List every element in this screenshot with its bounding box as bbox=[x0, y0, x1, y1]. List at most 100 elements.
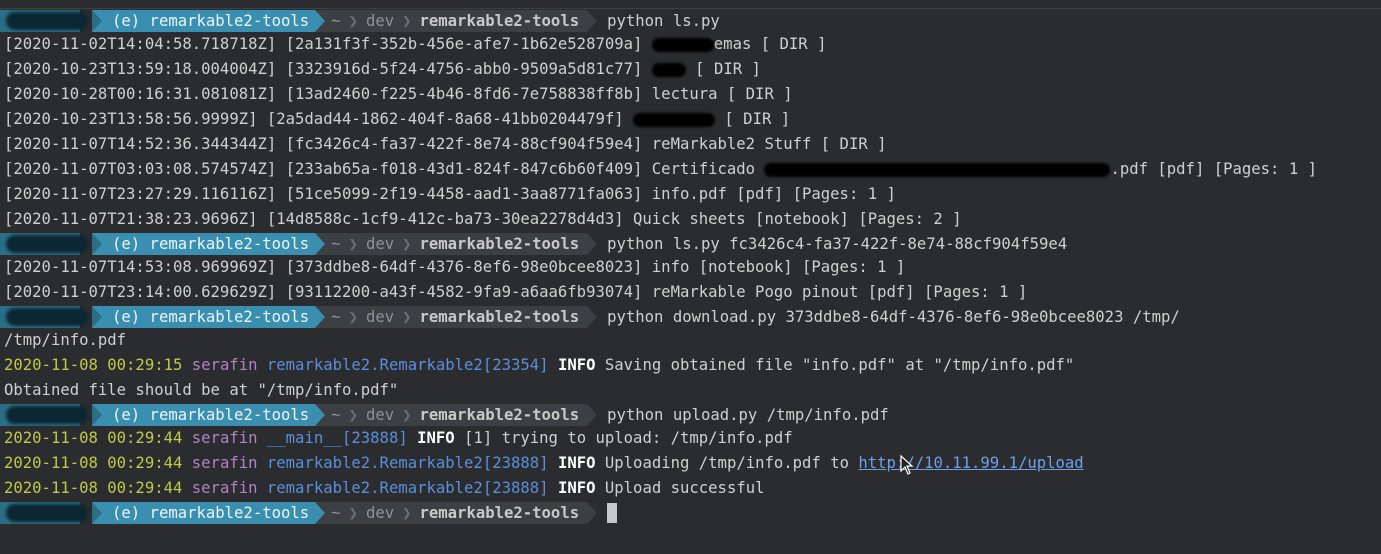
powerline-arrow bbox=[587, 10, 598, 32]
output-line: /tmp/info.pdf bbox=[0, 328, 1381, 353]
current-dir-segment: remarkable2-tools bbox=[413, 502, 588, 524]
log-hostname: serafin bbox=[191, 479, 258, 497]
listing-text: [ DIR ] bbox=[715, 110, 791, 128]
shell-prompt: (e) remarkable2-tools ~ ❯ dev ❯ remarkable2-t… bbox=[0, 10, 1381, 32]
listing-row: [2020-11-07T21:38:23.9696Z] [14d8588c-1c… bbox=[0, 207, 1381, 232]
user-segment-redacted bbox=[0, 10, 88, 32]
virtualenv-segment: (e) remarkable2-tools bbox=[102, 404, 316, 426]
current-dir-segment: remarkable2-tools bbox=[413, 404, 588, 426]
command-text: python upload.py /tmp/info.pdf bbox=[607, 406, 889, 424]
home-dir-segment: ~ bbox=[325, 233, 347, 255]
path-separator-icon: ❯ bbox=[346, 502, 360, 524]
virtualenv-segment: (e) remarkable2-tools bbox=[102, 306, 316, 328]
terminal-output[interactable]: (e) remarkable2-tools ~ ❯ dev ❯ remarkable2-t… bbox=[0, 10, 1381, 524]
path-separator-icon: ❯ bbox=[400, 233, 414, 255]
log-level: INFO bbox=[417, 429, 455, 447]
user-segment-redacted bbox=[0, 233, 88, 255]
home-dir-segment: ~ bbox=[325, 502, 347, 524]
log-message: Upload successful bbox=[604, 479, 765, 497]
redaction-mark bbox=[633, 112, 716, 127]
log-timestamp: 2020-11-08 00:29:44 bbox=[4, 454, 183, 472]
listing-text: [2020-11-07T14:52:36.344344Z] [fc3426c4-… bbox=[4, 135, 887, 153]
path-separator-icon: ❯ bbox=[346, 10, 360, 32]
powerline-arrow bbox=[315, 404, 326, 426]
virtualenv-segment: (e) remarkable2-tools bbox=[102, 233, 316, 255]
log-level: INFO bbox=[557, 479, 596, 497]
listing-text: [ DIR ] bbox=[685, 60, 761, 78]
text-cursor[interactable] bbox=[607, 503, 618, 523]
powerline-arrow bbox=[587, 404, 598, 426]
log-timestamp: 2020-11-08 00:29:15 bbox=[4, 356, 183, 374]
user-segment-redacted bbox=[0, 404, 88, 426]
output-text: /tmp/info.pdf bbox=[4, 331, 127, 349]
redaction-mark bbox=[6, 308, 88, 326]
log-message: Saving obtained file "info.pdf" at "/tmp… bbox=[604, 356, 1075, 374]
virtualenv-segment: (e) remarkable2-tools bbox=[102, 10, 316, 32]
path-separator-icon: ❯ bbox=[346, 306, 360, 328]
listing-text: [2020-11-07T21:38:23.9696Z] [14d8588c-1c… bbox=[4, 210, 962, 228]
command-text: python ls.py fc3426c4-fa37-422f-8e74-88c… bbox=[607, 235, 1068, 253]
powerline-arrow bbox=[92, 233, 102, 255]
listing-row: [2020-10-23T13:59:18.004004Z] [3323916d-… bbox=[0, 57, 1381, 82]
powerline-arrow bbox=[587, 233, 598, 255]
path-separator-icon: ❯ bbox=[400, 306, 414, 328]
log-module: __main__[23888] bbox=[266, 429, 408, 447]
log-module: remarkable2.Remarkable2[23354] bbox=[266, 356, 549, 374]
powerline-arrow bbox=[92, 404, 102, 426]
command-text: python download.py 373ddbe8-64df-4376-8e… bbox=[607, 308, 1180, 326]
powerline-arrow bbox=[587, 306, 598, 328]
dir-segment: dev bbox=[359, 502, 401, 524]
output-text: [2020-11-07T23:14:00.629629Z] [93112200-… bbox=[4, 283, 1028, 301]
shell-prompt: (e) remarkable2-tools ~ ❯ dev ❯ remarkable2-t… bbox=[0, 306, 1381, 328]
listing-row: [2020-10-23T13:58:56.9999Z] [2a5dad44-18… bbox=[0, 107, 1381, 132]
redaction-mark bbox=[6, 406, 88, 424]
listing-text: [2020-11-07T03:03:08.574574Z] [233ab65a-… bbox=[4, 160, 765, 178]
listing-row: [2020-10-28T00:16:31.081081Z] [13ad2460-… bbox=[0, 82, 1381, 107]
log-timestamp: 2020-11-08 00:29:44 bbox=[4, 479, 183, 497]
powerline-arrow bbox=[92, 502, 102, 524]
log-hostname: serafin bbox=[191, 356, 258, 374]
powerline-arrow bbox=[315, 502, 326, 524]
listing-row: [2020-11-07T23:27:29.116116Z] [51ce5099-… bbox=[0, 182, 1381, 207]
log-line: 2020-11-08 00:29:44 serafin remarkable2.… bbox=[0, 451, 1381, 476]
powerline-arrow bbox=[92, 306, 102, 328]
shell-prompt: (e) remarkable2-tools ~ ❯ dev ❯ remarkable2-t… bbox=[0, 404, 1381, 426]
output-line: Obtained file should be at "/tmp/info.pd… bbox=[0, 378, 1381, 403]
powerline-arrow bbox=[587, 502, 598, 524]
log-timestamp: 2020-11-08 00:29:44 bbox=[4, 429, 183, 447]
home-dir-segment: ~ bbox=[325, 10, 347, 32]
log-hostname: serafin bbox=[191, 429, 258, 447]
listing-text: [2020-11-07T23:27:29.116116Z] [51ce5099-… bbox=[4, 185, 896, 203]
listing-row: [2020-11-07T14:52:36.344344Z] [fc3426c4-… bbox=[0, 132, 1381, 157]
log-module: remarkable2.Remarkable2[23888] bbox=[266, 479, 549, 497]
home-dir-segment: ~ bbox=[325, 306, 347, 328]
path-separator-icon: ❯ bbox=[400, 10, 414, 32]
listing-text: .pdf [pdf] [Pages: 1 ] bbox=[1110, 160, 1317, 178]
dir-segment: dev bbox=[359, 10, 401, 32]
listing-row: [2020-11-02T14:04:58.718718Z] [2a131f3f-… bbox=[0, 32, 1381, 57]
log-message: [1] trying to upload: /tmp/info.pdf bbox=[464, 429, 793, 447]
log-level: INFO bbox=[557, 454, 596, 472]
powerline-arrow bbox=[315, 233, 326, 255]
log-module: remarkable2.Remarkable2[23888] bbox=[266, 454, 549, 472]
dir-segment: dev bbox=[359, 233, 401, 255]
user-segment-redacted bbox=[0, 306, 88, 328]
log-hostname: serafin bbox=[191, 454, 258, 472]
shell-prompt: (e) remarkable2-tools ~ ❯ dev ❯ remarkable2-t… bbox=[0, 233, 1381, 255]
window-top-bar bbox=[0, 0, 1381, 9]
listing-text: [2020-10-23T13:58:56.9999Z] [2a5dad44-18… bbox=[4, 110, 634, 128]
dir-segment: dev bbox=[359, 404, 401, 426]
redaction-mark bbox=[6, 235, 88, 253]
redaction-mark bbox=[651, 62, 686, 77]
current-dir-segment: remarkable2-tools bbox=[413, 10, 588, 32]
listing-text: [2020-10-23T13:59:18.004004Z] [3323916d-… bbox=[4, 60, 652, 78]
path-separator-icon: ❯ bbox=[400, 502, 414, 524]
redaction-mark bbox=[651, 37, 714, 52]
command-text: python ls.py bbox=[607, 12, 720, 30]
redaction-mark bbox=[6, 504, 88, 522]
upload-url-link[interactable]: http://10.11.99.1/upload bbox=[858, 454, 1083, 472]
user-segment-redacted bbox=[0, 502, 88, 524]
current-dir-segment: remarkable2-tools bbox=[413, 306, 588, 328]
listing-row: [2020-11-07T14:53:08.969969Z] [373ddbe8-… bbox=[0, 255, 1381, 280]
path-separator-icon: ❯ bbox=[400, 404, 414, 426]
